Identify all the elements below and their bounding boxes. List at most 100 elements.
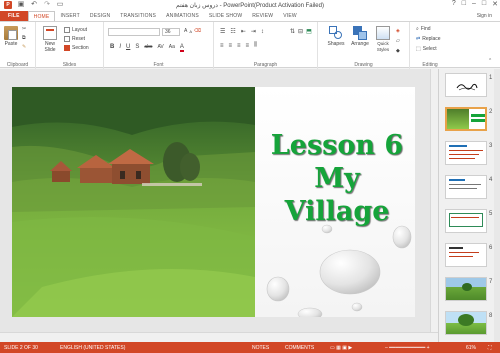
section-button[interactable]: Section bbox=[64, 45, 89, 51]
paragraph-group-label: Paragraph bbox=[253, 62, 278, 68]
strikethrough-button[interactable]: abc bbox=[144, 44, 152, 52]
smartart-icon[interactable]: ⬒ bbox=[306, 28, 312, 35]
paste-button[interactable]: Paste bbox=[3, 26, 19, 47]
change-case-button[interactable]: Aa bbox=[169, 44, 175, 52]
editing-group-label: Editing bbox=[422, 62, 438, 68]
find-icon: ⌕ bbox=[416, 26, 419, 32]
title-bar: P ▣ ↶ ↷ ▭ دروس زبان هفتم - PowerPoint(Pr… bbox=[0, 0, 500, 11]
ribbon-display-icon[interactable]: □ bbox=[462, 0, 466, 8]
slide-vertical-scrollbar[interactable] bbox=[430, 69, 438, 332]
ribbon: Paste ✂ ⧉ ✎ Clipboard New Slide Layout R… bbox=[0, 21, 500, 69]
text-direction-icon[interactable]: ⇅ bbox=[290, 28, 295, 35]
align-text-icon[interactable]: ⊟ bbox=[298, 28, 303, 35]
tab-home[interactable]: HOME bbox=[27, 11, 56, 21]
fit-slide-icon[interactable]: ⛶ bbox=[488, 345, 492, 351]
tab-slide-show[interactable]: SLIDE SHOW bbox=[204, 11, 247, 21]
grow-font-icon[interactable]: A bbox=[184, 28, 187, 34]
shape-effects-icon[interactable]: ◆ bbox=[396, 48, 400, 54]
bold-button[interactable]: B bbox=[110, 44, 114, 52]
sign-in-link[interactable]: Sign in bbox=[477, 13, 492, 19]
underline-button[interactable]: U bbox=[126, 44, 130, 52]
paste-label: Paste bbox=[4, 41, 18, 47]
thumbnails-scrollbar[interactable] bbox=[494, 69, 500, 342]
clear-formatting-icon[interactable]: ⌫ bbox=[194, 28, 201, 34]
thumbnail-8[interactable] bbox=[445, 311, 487, 335]
tab-insert[interactable]: INSERT bbox=[55, 11, 84, 21]
tab-design[interactable]: DESIGN bbox=[85, 11, 115, 21]
slide-horizontal-scrollbar[interactable] bbox=[0, 332, 438, 342]
slide-editing-area: Lesson 6 My Village bbox=[0, 69, 438, 342]
columns-icon[interactable]: ⫼ bbox=[254, 42, 257, 49]
normal-view-icon[interactable]: ▭ bbox=[330, 345, 335, 351]
clipboard-group: Paste ✂ ⧉ ✎ Clipboard bbox=[0, 22, 36, 69]
tab-transitions[interactable]: TRANSITIONS bbox=[115, 11, 161, 21]
tab-animations[interactable]: ANIMATIONS bbox=[161, 11, 204, 21]
increase-indent-icon[interactable]: ⇥ bbox=[251, 28, 256, 35]
close-button[interactable]: ✕ bbox=[492, 0, 498, 8]
reset-icon bbox=[64, 36, 70, 42]
arrange-button[interactable]: Arrange bbox=[348, 26, 372, 47]
thumbnail-4[interactable] bbox=[445, 175, 487, 199]
slide-sorter-icon[interactable]: ▦ bbox=[336, 345, 341, 351]
thumbnail-number: 2 bbox=[489, 109, 493, 115]
shape-fill-icon[interactable]: ◈ bbox=[396, 28, 400, 34]
find-button[interactable]: ⌕ Find bbox=[416, 26, 431, 32]
justify-icon[interactable]: ≡ bbox=[246, 43, 250, 49]
shrink-font-icon[interactable]: A bbox=[189, 29, 192, 34]
font-group: 36 A A ⌫ B I U S abc AV Aa A Font bbox=[104, 22, 214, 69]
thumbnail-6[interactable] bbox=[445, 243, 487, 267]
language-indicator[interactable]: ENGLISH (UNITED STATES) bbox=[60, 345, 125, 351]
format-painter-button[interactable]: ✎ bbox=[22, 44, 26, 50]
character-spacing-button[interactable]: AV bbox=[157, 44, 163, 52]
thumbnail-5[interactable] bbox=[445, 209, 487, 233]
shapes-button[interactable]: Shapes bbox=[324, 26, 348, 47]
bullets-icon[interactable]: ☰ bbox=[220, 28, 225, 35]
line-spacing-icon[interactable]: ↕ bbox=[261, 29, 264, 35]
status-bar: SLIDE 2 OF 30 ENGLISH (UNITED STATES) NO… bbox=[0, 342, 500, 353]
slides-group: New Slide Layout Reset Section Slides bbox=[36, 22, 104, 69]
thumbnail-7[interactable] bbox=[445, 277, 487, 301]
village-photo[interactable] bbox=[12, 87, 255, 317]
tab-file[interactable]: FILE bbox=[0, 11, 28, 21]
center-icon[interactable]: ≡ bbox=[229, 43, 233, 49]
slideshow-icon[interactable]: ▶ bbox=[348, 345, 352, 351]
select-button[interactable]: ⬚ Select bbox=[416, 46, 437, 52]
shape-outline-icon[interactable]: ▱ bbox=[396, 38, 400, 44]
notes-button[interactable]: NOTES bbox=[252, 345, 269, 351]
thumbnail-2[interactable] bbox=[445, 107, 487, 131]
help-icon[interactable]: ? bbox=[452, 0, 456, 8]
replace-button[interactable]: ⇄ Replace bbox=[416, 36, 441, 42]
cut-button[interactable]: ✂ bbox=[22, 26, 26, 32]
comments-button[interactable]: COMMENTS bbox=[285, 345, 314, 351]
reading-view-icon[interactable]: ▣ bbox=[342, 345, 347, 351]
thumbnail-1[interactable] bbox=[445, 73, 487, 97]
maximize-button[interactable]: □ bbox=[482, 0, 486, 8]
layout-button[interactable]: Layout bbox=[64, 27, 87, 33]
reset-button[interactable]: Reset bbox=[64, 36, 85, 42]
decrease-indent-icon[interactable]: ⇤ bbox=[241, 28, 246, 35]
zoom-slider[interactable]: – ━━━━━━━━━━━━ + bbox=[385, 345, 430, 351]
current-slide[interactable]: Lesson 6 My Village bbox=[12, 87, 415, 317]
copy-button[interactable]: ⧉ bbox=[22, 35, 26, 41]
font-size-box[interactable]: 36 bbox=[162, 28, 180, 36]
slides-group-label: Slides bbox=[62, 62, 77, 68]
minimize-button[interactable]: – bbox=[472, 0, 476, 8]
slide-title[interactable]: Lesson 6 My Village bbox=[262, 129, 412, 228]
italic-button[interactable]: I bbox=[119, 44, 121, 52]
zoom-level[interactable]: 61% bbox=[466, 345, 476, 351]
quick-styles-button[interactable]: Quick Styles bbox=[372, 26, 394, 53]
align-left-icon[interactable]: ≡ bbox=[220, 43, 224, 49]
font-color-button[interactable]: A bbox=[179, 44, 184, 52]
tab-review[interactable]: REVIEW bbox=[247, 11, 278, 21]
align-right-icon[interactable]: ≡ bbox=[237, 43, 241, 49]
new-slide-button[interactable]: New Slide bbox=[40, 26, 60, 53]
shadow-button[interactable]: S bbox=[135, 44, 139, 52]
slide-thumbnails-panel: 1 2 3 4 5 6 7 8 bbox=[438, 69, 500, 342]
font-name-box[interactable] bbox=[108, 28, 160, 36]
numbering-icon[interactable]: ☷ bbox=[230, 28, 235, 35]
section-icon bbox=[64, 45, 70, 51]
collapse-ribbon-button[interactable]: ⌃ bbox=[488, 58, 492, 64]
drawing-group-label: Drawing bbox=[354, 62, 373, 68]
thumbnail-3[interactable] bbox=[445, 141, 487, 165]
tab-view[interactable]: VIEW bbox=[278, 11, 302, 21]
